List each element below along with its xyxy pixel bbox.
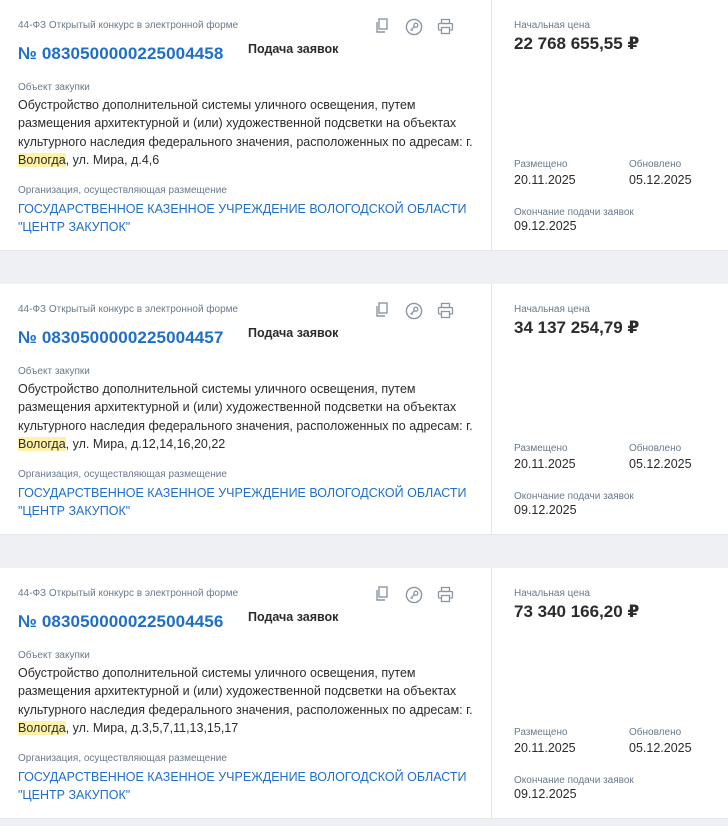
copy-icon[interactable]	[375, 302, 389, 318]
initial-price: 22 768 655,55 ₽	[514, 34, 640, 53]
updated-date: 05.12.2025	[629, 457, 692, 471]
law-type: 44-ФЗ Открытый конкурс в электронной фор…	[18, 588, 239, 599]
deadline-label: Окончание подачи заявок	[514, 775, 634, 786]
deadline-date: 09.12.2025	[514, 787, 577, 801]
updated-label: Обновлено	[629, 727, 682, 738]
posted-date: 20.11.2025	[514, 457, 576, 471]
object-text-end: , ул. Мира, д.4,6	[65, 153, 160, 168]
organization-label: Организация, осуществляющая размещение	[18, 469, 227, 480]
registry-number-link[interactable]: № 0830500000225004457	[18, 328, 223, 348]
object-label: Объект закупки	[18, 366, 90, 377]
law-type: 44-ФЗ Открытый конкурс в электронной фор…	[18, 20, 239, 31]
object-text: Обустройство дополнительной системы улич…	[18, 98, 473, 149]
posted-label: Размещено	[514, 443, 568, 454]
organization-label: Организация, осуществляющая размещение	[18, 185, 227, 196]
card-divider	[491, 284, 492, 534]
organization-label: Организация, осуществляющая размещение	[18, 753, 227, 764]
organization-link[interactable]: ГОСУДАРСТВЕННОЕ КАЗЕННОЕ УЧРЕЖДЕНИЕ ВОЛО…	[18, 768, 473, 805]
organization-link[interactable]: ГОСУДАРСТВЕННОЕ КАЗЕННОЕ УЧРЕЖДЕНИЕ ВОЛО…	[18, 200, 473, 237]
posted-label: Размещено	[514, 159, 568, 170]
copy-icon[interactable]	[375, 586, 389, 602]
key-icon[interactable]	[405, 18, 423, 36]
object-description: Обустройство дополнительной системы улич…	[18, 96, 473, 170]
object-label: Объект закупки	[18, 650, 90, 661]
print-icon[interactable]	[437, 18, 454, 35]
card-divider	[491, 568, 492, 818]
purchase-card: 44-ФЗ Открытый конкурс в электронной фор…	[0, 284, 728, 535]
registry-number-link[interactable]: № 0830500000225004456	[18, 612, 223, 632]
status-label: Подача заявок	[248, 326, 339, 340]
object-text-end: , ул. Мира, д.12,14,16,20,22	[65, 437, 226, 452]
initial-price: 73 340 166,20 ₽	[514, 602, 640, 621]
object-text-end: , ул. Мира, д.3,5,7,11,13,15,17	[65, 721, 239, 736]
updated-date: 05.12.2025	[629, 173, 692, 187]
deadline-label: Окончание подачи заявок	[514, 491, 634, 502]
posted-label: Размещено	[514, 727, 568, 738]
updated-label: Обновлено	[629, 159, 682, 170]
print-icon[interactable]	[437, 302, 454, 319]
print-icon[interactable]	[437, 586, 454, 603]
posted-date: 20.11.2025	[514, 173, 576, 187]
updated-date: 05.12.2025	[629, 741, 692, 755]
deadline-date: 09.12.2025	[514, 219, 577, 233]
law-type: 44-ФЗ Открытый конкурс в электронной фор…	[18, 304, 239, 315]
object-description: Обустройство дополнительной системы улич…	[18, 380, 473, 454]
status-label: Подача заявок	[248, 610, 339, 624]
key-icon[interactable]	[405, 586, 423, 604]
object-text: Обустройство дополнительной системы улич…	[18, 382, 473, 433]
posted-date: 20.11.2025	[514, 741, 576, 755]
price-label: Начальная цена	[514, 588, 590, 599]
search-highlight: Вологда	[18, 721, 66, 736]
deadline-date: 09.12.2025	[514, 503, 577, 517]
registry-number-link[interactable]: № 0830500000225004458	[18, 44, 223, 64]
updated-label: Обновлено	[629, 443, 682, 454]
price-label: Начальная цена	[514, 304, 590, 315]
status-label: Подача заявок	[248, 42, 339, 56]
purchase-card: 44-ФЗ Открытый конкурс в электронной фор…	[0, 0, 728, 251]
object-description: Обустройство дополнительной системы улич…	[18, 664, 473, 738]
price-label: Начальная цена	[514, 20, 590, 31]
purchase-card: 44-ФЗ Открытый конкурс в электронной фор…	[0, 568, 728, 819]
key-icon[interactable]	[405, 302, 423, 320]
object-text: Обустройство дополнительной системы улич…	[18, 666, 473, 717]
initial-price: 34 137 254,79 ₽	[514, 318, 640, 337]
search-highlight: Вологда	[18, 153, 66, 168]
card-divider	[491, 0, 492, 250]
deadline-label: Окончание подачи заявок	[514, 207, 634, 218]
copy-icon[interactable]	[375, 18, 389, 34]
organization-link[interactable]: ГОСУДАРСТВЕННОЕ КАЗЕННОЕ УЧРЕЖДЕНИЕ ВОЛО…	[18, 484, 473, 521]
object-label: Объект закупки	[18, 82, 90, 93]
search-highlight: Вологда	[18, 437, 66, 452]
